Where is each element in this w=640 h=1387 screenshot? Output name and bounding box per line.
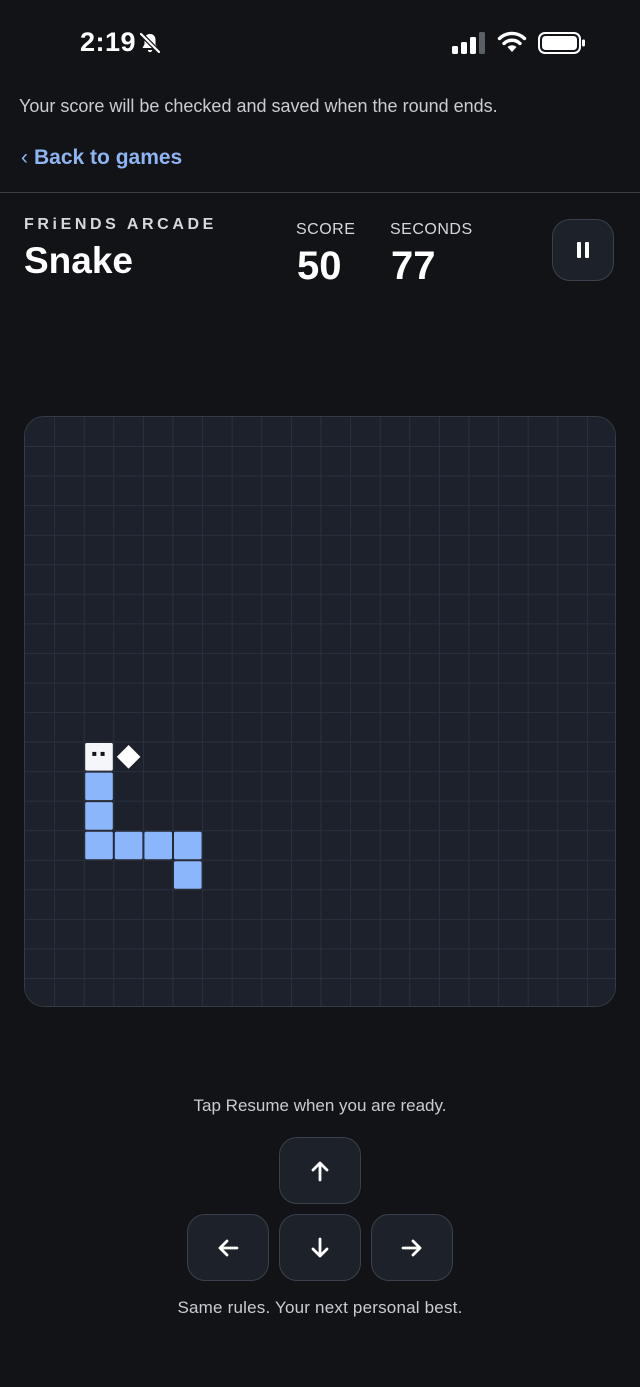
cellular-signal-icon [452, 32, 485, 54]
back-to-games-link[interactable]: ‹ Back to games [21, 146, 182, 170]
chevron-left-icon: ‹ [21, 146, 28, 169]
wifi-icon [497, 31, 527, 52]
board-canvas [25, 417, 615, 1006]
seconds-value: 77 [391, 244, 436, 288]
pause-button[interactable] [552, 219, 614, 281]
pause-icon [577, 242, 589, 258]
snake-segment [85, 802, 113, 830]
score-value: 50 [297, 244, 342, 288]
game-title: Snake [24, 240, 134, 281]
header-divider [0, 192, 640, 193]
snake-segment [85, 772, 113, 801]
up-button[interactable] [279, 1137, 361, 1204]
bell-muted-icon [139, 32, 161, 54]
status-bar: 2:19 [0, 0, 640, 88]
resume-hint: Tap Resume when you are ready. [193, 1096, 447, 1115]
arrow-down-icon [311, 1237, 329, 1257]
brand-label: FRiENDS ARCADE [24, 216, 217, 233]
game-board[interactable] [24, 416, 616, 1007]
arrow-up-icon [311, 1161, 329, 1181]
back-link-label: Back to games [34, 146, 183, 169]
snake-eye [100, 751, 105, 756]
snake-segment [144, 831, 172, 860]
snake-segment [174, 861, 202, 889]
snake-segment [85, 831, 113, 860]
arrow-left-icon [218, 1239, 239, 1256]
seconds-label: SECONDS [390, 221, 473, 238]
snake-segment [114, 831, 143, 860]
snake-eye [92, 751, 97, 756]
footer-tagline: Same rules. Your next personal best. [177, 1298, 463, 1317]
snake-head [85, 743, 113, 771]
right-button[interactable] [371, 1214, 453, 1281]
left-button[interactable] [187, 1214, 269, 1281]
score-label: SCORE [296, 221, 356, 238]
arrow-right-icon [401, 1239, 422, 1256]
status-time: 2:19 [80, 27, 137, 57]
score-notice: Your score will be checked and saved whe… [19, 96, 498, 116]
battery-icon [538, 32, 585, 54]
snake-segment [174, 831, 202, 860]
down-button[interactable] [279, 1214, 361, 1281]
